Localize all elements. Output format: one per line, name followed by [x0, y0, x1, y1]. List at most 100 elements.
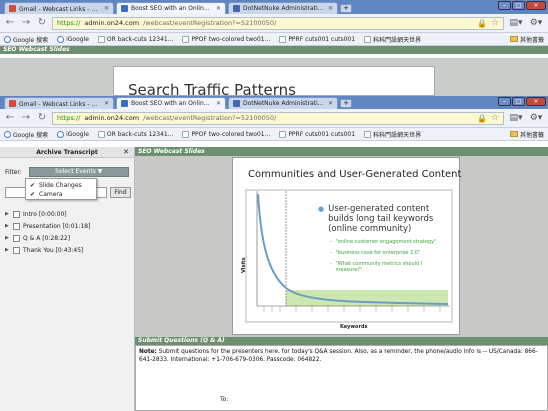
close-tab-icon[interactable]: ✕ — [328, 100, 333, 107]
expand-icon[interactable]: ▶ — [5, 235, 10, 241]
filter-row: Filter: Select Events ▼ — [5, 167, 129, 177]
page-icon — [121, 5, 128, 12]
back-arrow-icon[interactable]: ← — [4, 112, 16, 124]
bookmark-label: 科科門設網天世界 — [373, 36, 422, 44]
dropdown-option[interactable]: ✔ Camera — [30, 190, 92, 199]
toolbar: ← → ↻ https://admin.on24.com/webcast/eve… — [0, 109, 548, 128]
node-icon — [13, 246, 20, 254]
new-tab-button[interactable]: + — [340, 4, 352, 13]
close-tab-icon[interactable]: ✕ — [104, 5, 109, 12]
events-dropdown-menu: ✔ Slide Changes ✔ Camera — [25, 178, 97, 200]
page-icon — [364, 35, 372, 43]
main-bullet-text: User-generated content builds long tail … — [328, 204, 434, 234]
forward-arrow-icon[interactable]: → — [20, 17, 32, 29]
tree-item[interactable]: ▶ Thank You [0:43:45] — [5, 244, 90, 256]
url-path: /webcast/eventRegistration?=52100050/ — [143, 19, 277, 27]
tree-item-label: Thank You [0:43:45] — [23, 246, 84, 254]
wrench-icon[interactable]: ⚙▾ — [528, 18, 544, 28]
bookmark-label: 科科門設網天世界 — [373, 131, 422, 139]
option-label: Camera — [39, 191, 63, 198]
sub-bullet: – "business case for enterprise 2.0" — [330, 250, 448, 256]
tab-strip: Gmail - Webcast Links - 雅... ✕ Boost SEO … — [0, 0, 548, 14]
note-label: Note: — [139, 349, 157, 355]
bookmark-item[interactable]: iGoogle — [57, 130, 89, 138]
tree-item[interactable]: ▶ Q & A [0:28:22] — [5, 232, 90, 244]
bookmark-item[interactable]: PPOF two-colored two01... — [182, 35, 270, 43]
expand-icon[interactable]: ▶ — [5, 223, 10, 229]
reload-icon[interactable]: ↻ — [36, 17, 48, 29]
page-icon — [121, 100, 128, 107]
lock-icon[interactable]: 🔒 — [477, 114, 487, 123]
browser-window-back: Gmail - Webcast Links - 雅... ✕ Boost SEO … — [0, 0, 548, 96]
tab-gmail[interactable]: Gmail - Webcast Links - 雅... ✕ — [4, 2, 114, 14]
other-bookmarks[interactable]: 其他書籤 — [509, 35, 544, 44]
webcast-main: SEO Webcast Slides Communities and User-… — [135, 147, 548, 411]
star-icon[interactable]: ☆ — [491, 113, 499, 123]
tab-gmail[interactable]: Gmail - Webcast Links - 雅... ✕ — [4, 97, 114, 109]
reload-icon[interactable]: ↻ — [36, 112, 48, 124]
tree-item[interactable]: ▶ Presentation [0:01:18] — [5, 220, 90, 232]
filter-label: Filter: — [5, 168, 22, 176]
bookmark-item[interactable]: iGoogle — [57, 35, 89, 43]
forward-arrow-icon[interactable]: → — [20, 112, 32, 124]
to-label: To: — [220, 396, 229, 403]
expand-icon[interactable]: ▶ — [5, 211, 10, 217]
minimize-button[interactable]: – — [498, 1, 511, 10]
dropdown-option[interactable]: ✔ Slide Changes — [30, 181, 92, 190]
close-window-button[interactable]: ✕ — [526, 1, 546, 10]
bookmark-item[interactable]: Google 搜索 — [4, 35, 48, 44]
find-button[interactable]: Find — [110, 187, 131, 198]
back-arrow-icon[interactable]: ← — [4, 17, 16, 29]
tab-webcast[interactable]: Boost SEO with an Online C... ✕ — [116, 2, 226, 14]
check-icon: ✔ — [30, 191, 36, 198]
long-tail-chart: Visits Keywords ● User-generated content … — [240, 188, 454, 332]
page-icon — [279, 35, 287, 43]
tab-webcast[interactable]: Boost SEO with an Online C... ✕ — [116, 97, 226, 109]
maximize-button[interactable]: □ — [512, 97, 525, 106]
select-events-dropdown[interactable]: Select Events ▼ — [28, 167, 129, 177]
page-icon — [233, 100, 240, 107]
page-menu-icon[interactable]: ▤▾ — [508, 113, 524, 123]
expand-icon[interactable]: ▶ — [5, 247, 10, 253]
page-menu-icon[interactable]: ▤▾ — [508, 18, 524, 28]
lock-icon[interactable]: 🔒 — [477, 19, 487, 28]
bookmark-label: OR back-cuts 12341... — [106, 130, 174, 138]
node-icon — [13, 210, 20, 218]
minimize-button[interactable]: – — [498, 97, 511, 106]
bookmark-item[interactable]: 科科門設網天世界 — [364, 35, 421, 44]
other-bookmarks[interactable]: 其他書籤 — [509, 130, 544, 139]
tree-item[interactable]: ▶ Intro [0:00:00] — [5, 208, 90, 220]
bookmark-item[interactable]: Google 搜索 — [4, 130, 48, 139]
tab-title: Boost SEO with an Online C... — [131, 100, 213, 107]
webcast-slides-header: SEO Webcast Slides — [0, 46, 548, 54]
bookmark-item[interactable]: OR back-cuts 12341... — [97, 130, 174, 138]
tab-dnn[interactable]: DotNetNuke Administration ✕ — [228, 97, 338, 109]
close-tab-icon[interactable]: ✕ — [104, 100, 109, 107]
wrench-icon[interactable]: ⚙▾ — [528, 113, 544, 123]
close-icon[interactable]: ✕ — [123, 147, 129, 158]
bookmark-item[interactable]: 科科門設網天世界 — [364, 130, 421, 139]
maximize-button[interactable]: □ — [512, 1, 525, 10]
close-tab-icon[interactable]: ✕ — [216, 100, 221, 107]
slide: Search Traffic Patterns — [113, 66, 435, 96]
tab-title: Gmail - Webcast Links - 雅... — [19, 101, 101, 108]
sub-bullet-text: "online customer engagement strategy" — [335, 239, 437, 245]
close-tab-icon[interactable]: ✕ — [328, 5, 333, 12]
main-bullet: ● User-generated content builds long tail… — [318, 204, 448, 234]
page-icon — [182, 35, 190, 43]
bookmark-label: iGoogle — [66, 130, 89, 138]
new-tab-button[interactable]: + — [340, 99, 352, 108]
bookmark-item[interactable]: OR back-cuts 12341... — [97, 35, 173, 43]
bookmark-item[interactable]: PPRF cuts001 cuts001 — [279, 130, 355, 138]
node-icon — [13, 222, 20, 230]
browser-window-front: Gmail - Webcast Links - 雅... ✕ Boost SEO … — [0, 96, 548, 411]
tree-item-label: Q & A [0:28:22] — [23, 234, 71, 242]
tab-dnn[interactable]: DotNetNuke Administration ✕ — [228, 2, 338, 14]
bookmark-item[interactable]: PPOF two-colored two01... — [182, 130, 270, 138]
address-bar[interactable]: https://admin.on24.com/webcast/eventRegi… — [52, 16, 504, 30]
star-icon[interactable]: ☆ — [491, 18, 499, 28]
close-tab-icon[interactable]: ✕ — [216, 5, 221, 12]
address-bar[interactable]: https://admin.on24.com/webcast/eventRegi… — [52, 111, 504, 125]
close-window-button[interactable]: ✕ — [526, 97, 546, 106]
bookmark-item[interactable]: PPRF cuts001 cuts001 — [279, 35, 355, 43]
